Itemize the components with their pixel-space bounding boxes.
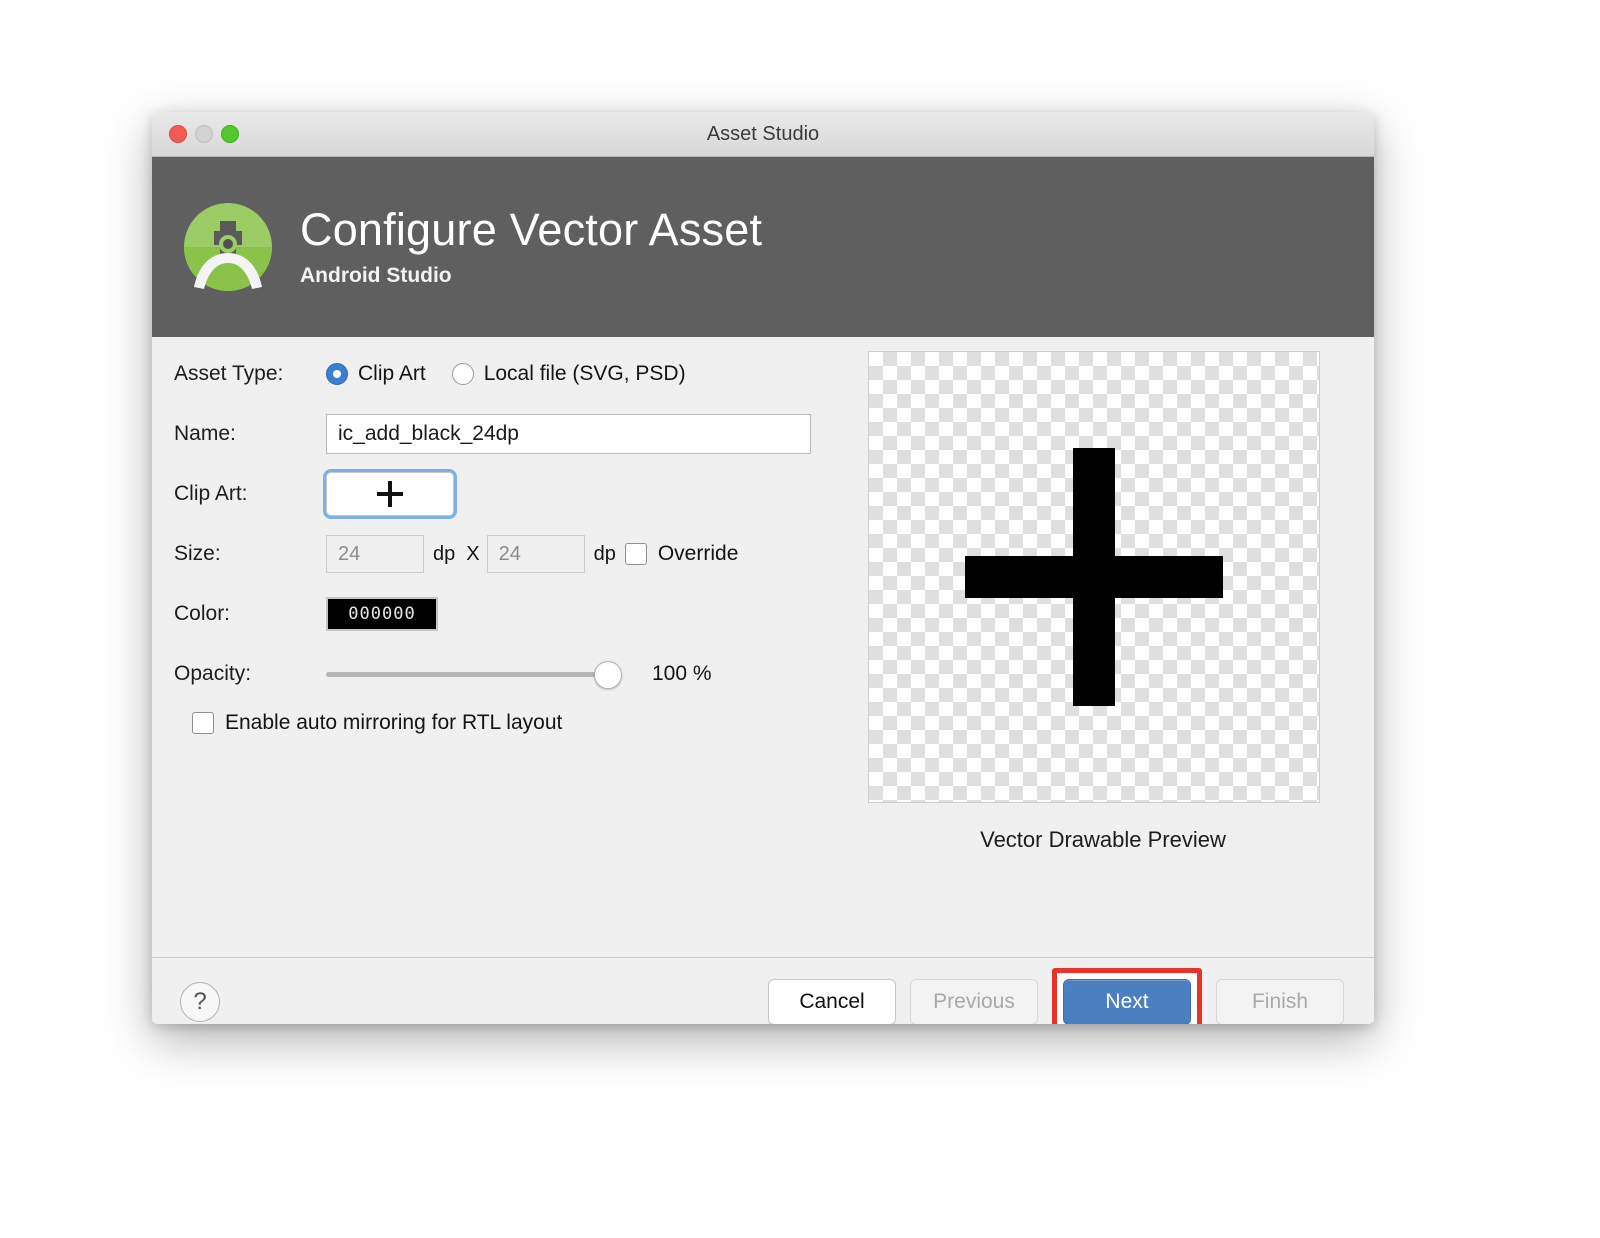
- cancel-button[interactable]: Cancel: [768, 979, 896, 1025]
- opacity-slider-knob[interactable]: [594, 661, 622, 689]
- asset-type-label: Asset Type:: [174, 362, 326, 386]
- footer-button-group: Cancel Previous Next Finish: [768, 968, 1344, 1025]
- plus-icon: [965, 448, 1223, 706]
- size-separator: X: [466, 543, 479, 566]
- previous-button: Previous: [910, 979, 1038, 1025]
- override-checkbox[interactable]: [625, 543, 647, 565]
- radio-local-file-label[interactable]: Local file (SVG, PSD): [484, 362, 686, 386]
- android-studio-logo-icon: [180, 199, 276, 295]
- size-height-unit: dp: [594, 543, 616, 566]
- override-label[interactable]: Override: [658, 542, 739, 566]
- dialog-banner: Configure Vector Asset Android Studio: [152, 157, 1374, 337]
- opacity-slider-track[interactable]: [326, 672, 614, 677]
- name-label: Name:: [174, 422, 326, 446]
- asset-type-row: Asset Type: Clip Art Local file (SVG, PS…: [174, 351, 864, 397]
- finish-button: Finish: [1216, 979, 1344, 1025]
- help-button[interactable]: ?: [180, 982, 220, 1022]
- maximize-window-icon[interactable]: [221, 125, 239, 143]
- plus-icon: [377, 481, 403, 507]
- vector-preview-canvas: [868, 351, 1320, 803]
- close-window-icon[interactable]: [169, 125, 187, 143]
- opacity-label: Opacity:: [174, 662, 326, 686]
- size-height-input[interactable]: 24: [487, 535, 585, 573]
- size-label: Size:: [174, 542, 326, 566]
- radio-clip-art-label[interactable]: Clip Art: [358, 362, 426, 386]
- preview-caption: Vector Drawable Preview: [868, 827, 1338, 853]
- screen: Asset Studio Configure Vector Asset Andr…: [0, 0, 1600, 1238]
- opacity-row: Opacity: 100 %: [174, 651, 864, 697]
- clip-art-row: Clip Art:: [174, 471, 864, 517]
- radio-clip-art[interactable]: [326, 363, 348, 385]
- size-row: Size: 24 dp X 24 dp Override: [174, 531, 864, 577]
- color-label: Color:: [174, 602, 326, 626]
- next-button-highlight: Next: [1052, 968, 1202, 1025]
- clip-art-label: Clip Art:: [174, 482, 326, 506]
- traffic-lights: [169, 125, 239, 143]
- configuration-form: Asset Type: Clip Art Local file (SVG, PS…: [174, 351, 864, 735]
- rtl-mirroring-checkbox[interactable]: [192, 712, 214, 734]
- page-subtitle: Android Studio: [300, 264, 762, 288]
- banner-text-group: Configure Vector Asset Android Studio: [300, 206, 762, 288]
- size-width-input[interactable]: 24: [326, 535, 424, 573]
- color-row: Color: 000000: [174, 591, 864, 637]
- preview-panel: Vector Drawable Preview: [868, 351, 1338, 853]
- minimize-window-icon[interactable]: [195, 125, 213, 143]
- radio-local-file[interactable]: [452, 363, 474, 385]
- name-row: Name: ic_add_black_24dp: [174, 411, 864, 457]
- opacity-slider[interactable]: [326, 660, 626, 688]
- dialog-body: Asset Type: Clip Art Local file (SVG, PS…: [152, 337, 1374, 957]
- name-input[interactable]: ic_add_black_24dp: [326, 414, 811, 454]
- opacity-value: 100 %: [652, 662, 712, 686]
- asset-type-radio-group: Clip Art Local file (SVG, PSD): [326, 362, 702, 386]
- page-title: Configure Vector Asset: [300, 206, 762, 254]
- window-title: Asset Studio: [152, 123, 1374, 146]
- size-width-unit: dp: [433, 543, 455, 566]
- window-titlebar: Asset Studio: [152, 112, 1374, 157]
- next-button[interactable]: Next: [1063, 979, 1191, 1025]
- clip-art-picker-button[interactable]: [326, 472, 454, 516]
- dialog-footer: ? Cancel Previous Next Finish: [152, 957, 1374, 1024]
- asset-studio-window: Asset Studio Configure Vector Asset Andr…: [152, 112, 1374, 1024]
- rtl-mirroring-label[interactable]: Enable auto mirroring for RTL layout: [225, 711, 562, 735]
- color-swatch-button[interactable]: 000000: [326, 597, 438, 631]
- rtl-row: Enable auto mirroring for RTL layout: [192, 711, 864, 735]
